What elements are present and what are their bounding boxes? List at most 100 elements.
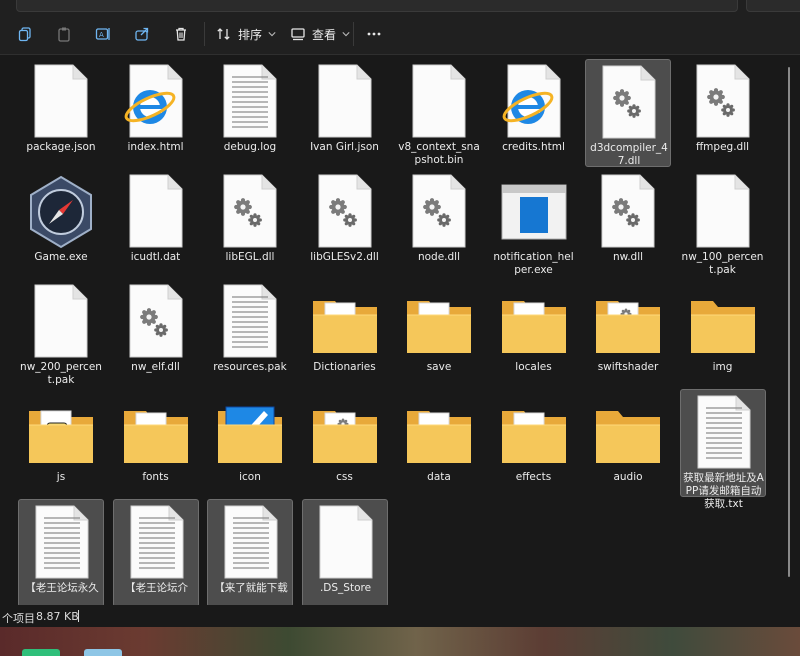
- file-item[interactable]: fonts: [113, 389, 199, 497]
- folder-doc-icon: [123, 411, 188, 463]
- folder-icon: [596, 411, 660, 463]
- dll-gear-icon: [318, 174, 371, 248]
- svg-text:A: A: [99, 31, 104, 39]
- file-item[interactable]: locales: [491, 279, 577, 387]
- file-name-label: swiftshader: [597, 361, 659, 373]
- file-item[interactable]: v8_context_snapshot.bin: [396, 59, 482, 167]
- file-item[interactable]: save: [396, 279, 482, 387]
- file-name-label: notification_helper.exe: [493, 251, 574, 276]
- file-item[interactable]: credits.html: [491, 59, 577, 167]
- file-name-label: Dictionaries: [313, 361, 376, 373]
- file-item[interactable]: effects: [491, 389, 577, 497]
- blank-file-icon: [412, 64, 466, 138]
- taskbar-app-icon[interactable]: [84, 649, 122, 656]
- file-name-label: nw_100_percent.pak: [681, 251, 764, 276]
- text-file-icon: [130, 505, 183, 579]
- file-name-label: libGLESv2.dll: [310, 251, 379, 263]
- file-item[interactable]: swiftshader: [585, 279, 671, 387]
- file-item[interactable]: 【老王论坛介: [112, 499, 199, 605]
- file-item[interactable]: 【老王论坛永久: [18, 499, 104, 605]
- file-item[interactable]: Game.exe: [18, 169, 104, 277]
- file-item[interactable]: Ivan Girl.json: [302, 59, 388, 167]
- blank-file-icon: [319, 505, 372, 579]
- search-box[interactable]: [746, 0, 800, 12]
- file-item[interactable]: 【来了就能下载: [207, 499, 293, 605]
- file-name-label: v8_context_snapshot.bin: [398, 141, 480, 166]
- file-item[interactable]: js js: [18, 389, 104, 497]
- file-item[interactable]: css: [302, 389, 388, 497]
- file-name-label: resources.pak: [213, 361, 287, 373]
- sort-label: 排序: [238, 27, 263, 42]
- share-icon: [135, 27, 149, 41]
- folder-gear-icon: [596, 301, 660, 353]
- file-item[interactable]: .DS_Store: [301, 499, 388, 605]
- file-name-label: node.dll: [417, 251, 461, 263]
- file-item[interactable]: nw_elf.dll: [113, 279, 199, 387]
- file-name-label: nw.dll: [612, 251, 644, 263]
- compass-exe-icon: [30, 175, 92, 249]
- folder-image-icon: [218, 406, 282, 463]
- file-item[interactable]: resources.pak: [207, 279, 293, 387]
- vertical-scrollbar[interactable]: [780, 55, 800, 605]
- scrollbar-thumb[interactable]: [788, 67, 790, 577]
- chevron-down-icon: [342, 32, 350, 37]
- file-item[interactable]: debug.log: [207, 59, 293, 167]
- file-item[interactable]: libEGL.dll: [207, 169, 293, 277]
- file-item[interactable]: nw_200_percent.pak: [18, 279, 104, 387]
- file-name-label: credits.html: [502, 141, 565, 153]
- delete-button[interactable]: [173, 22, 189, 46]
- file-name-label: audio: [613, 471, 643, 483]
- file-item[interactable]: icudtl.dat: [113, 169, 199, 277]
- share-button[interactable]: [134, 22, 150, 46]
- sort-button[interactable]: 排序: [216, 22, 276, 46]
- view-label: 查看: [312, 27, 337, 42]
- file-item[interactable]: icon: [207, 389, 293, 497]
- view-button[interactable]: 查看: [290, 22, 350, 46]
- file-name-label: 【来了就能下载: [214, 582, 288, 594]
- sort-icon: [217, 28, 230, 40]
- more-options-button[interactable]: [366, 22, 382, 46]
- blank-file-icon: [696, 174, 749, 248]
- file-name-label: debug.log: [223, 141, 277, 153]
- file-item[interactable]: Dictionaries: [302, 279, 388, 387]
- folder-icon: [690, 301, 755, 353]
- address-bar[interactable]: [16, 0, 738, 12]
- folder-doc-icon: [312, 301, 377, 353]
- file-item[interactable]: package.json: [18, 59, 104, 167]
- file-name-label: locales: [515, 361, 552, 373]
- more-icon: [367, 32, 381, 36]
- address-bar-strip: [0, 0, 800, 14]
- file-name-label: package.json: [26, 141, 96, 153]
- file-item[interactable]: libGLESv2.dll: [302, 169, 388, 277]
- file-name-label: 获取最新地址及APP请发邮箱自动获取.txt: [683, 472, 764, 510]
- dll-gear-icon: [602, 65, 656, 139]
- file-name-label: icudtl.dat: [130, 251, 181, 263]
- file-item[interactable]: node.dll: [396, 169, 482, 277]
- rename-button[interactable]: A: [95, 22, 111, 46]
- file-item[interactable]: notification_helper.exe: [491, 169, 577, 277]
- folder-doc-icon: [407, 301, 471, 353]
- blank-file-icon: [34, 284, 88, 358]
- file-item[interactable]: 获取最新地址及APP请发邮箱自动获取.txt: [679, 389, 766, 510]
- paste-button[interactable]: [56, 22, 72, 46]
- file-item[interactable]: d3dcompiler_47.dll: [585, 59, 671, 167]
- dll-gear-icon: [412, 174, 466, 248]
- file-item[interactable]: audio: [585, 389, 671, 497]
- file-item[interactable]: nw_100_percent.pak: [680, 169, 766, 277]
- copy-icon: [18, 27, 31, 42]
- file-item[interactable]: nw.dll: [585, 169, 671, 277]
- text-file-icon: [223, 284, 277, 358]
- file-name-label: Ivan Girl.json: [310, 141, 379, 153]
- file-item[interactable]: ffmpeg.dll: [680, 59, 766, 167]
- file-name-label: ffmpeg.dll: [695, 141, 750, 153]
- trash-icon: [176, 27, 186, 41]
- file-name-label: index.html: [127, 141, 184, 153]
- file-grid: package.json index.html debug.log Ivan Girl…: [0, 55, 780, 605]
- copy-button[interactable]: [17, 22, 33, 46]
- file-item[interactable]: img: [680, 279, 766, 387]
- taskbar-app-icon[interactable]: [22, 649, 60, 656]
- text-file-icon: [223, 64, 277, 138]
- file-item[interactable]: index.html: [113, 59, 199, 167]
- text-file-icon: [35, 505, 89, 579]
- file-item[interactable]: data: [396, 389, 482, 497]
